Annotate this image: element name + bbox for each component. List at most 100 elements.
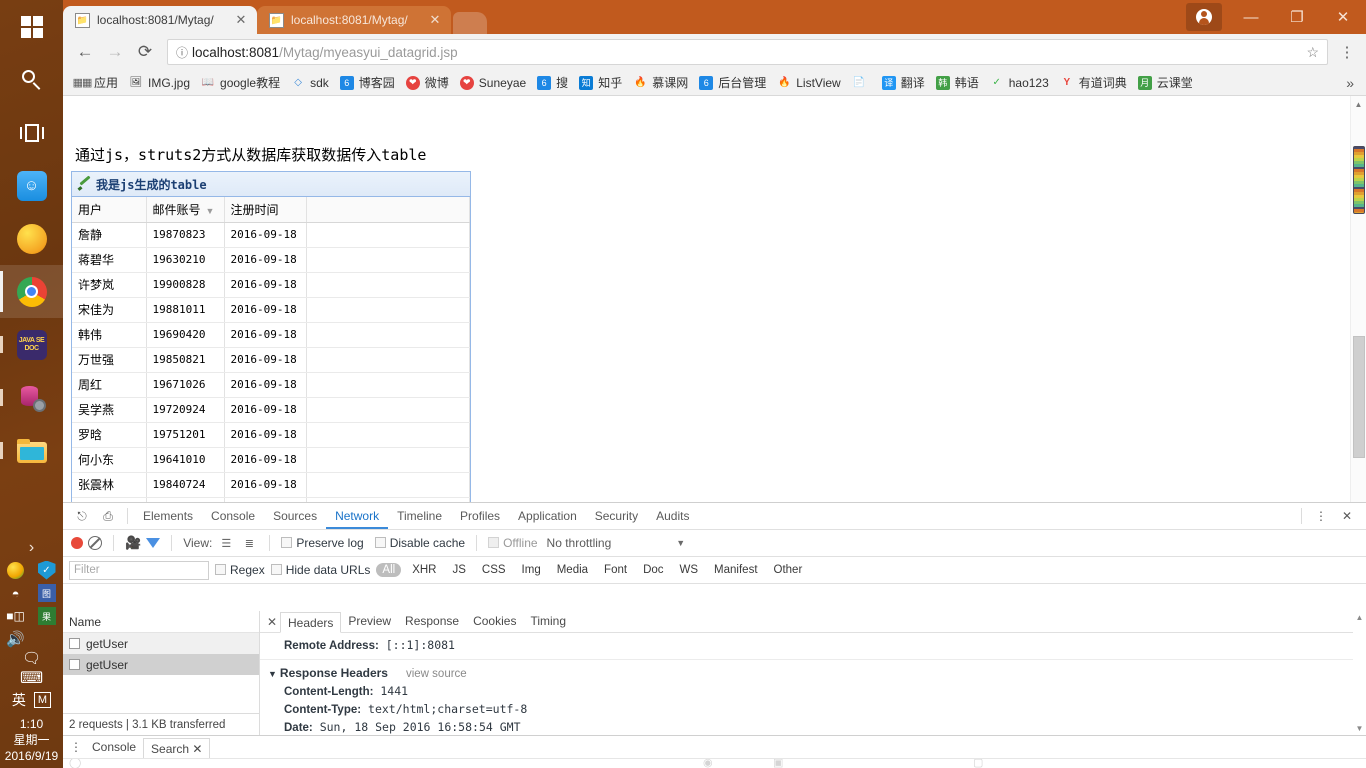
bookmark-listview[interactable]: 🔥 ListView [771, 72, 845, 94]
close-window-button[interactable]: ✕ [1320, 0, 1366, 34]
tab-audits[interactable]: Audits [647, 503, 698, 529]
table-row[interactable]: 张震林 19840724 2016-09-18 [72, 472, 470, 498]
detail-scrollbar[interactable]: ▲ ▼ [1353, 611, 1366, 735]
device-toolbar-icon[interactable]: ⎙ [95, 504, 121, 528]
type-filter-manifest[interactable]: Manifest [709, 564, 762, 576]
sogou-browser-button[interactable] [0, 212, 63, 265]
request-row-1[interactable]: getUser [63, 633, 259, 654]
scrollbar-thumb-custom[interactable] [1353, 146, 1365, 214]
tab-sources[interactable]: Sources [264, 503, 326, 529]
response-headers-section[interactable]: ▼ Response Headers view source [268, 664, 1366, 683]
bookmark-cnblogs[interactable]: 6 博客园 [334, 72, 400, 94]
capture-screenshots-icon[interactable]: 🎥 [125, 535, 141, 551]
type-filter-js[interactable]: JS [447, 564, 470, 576]
type-filter-media[interactable]: Media [552, 564, 593, 576]
tab-close-icon[interactable]: ✕ [233, 12, 249, 28]
bookmark-sdk[interactable]: ◇ sdk [285, 72, 334, 94]
chevron-down-icon[interactable]: ▼ [676, 538, 685, 548]
minimize-button[interactable]: — [1228, 0, 1274, 34]
table-row[interactable]: 韩伟 19690420 2016-09-18 [72, 322, 470, 348]
battery-tray-icon[interactable]: ■◫ [5, 606, 27, 626]
regex-checkbox[interactable]: Regex [215, 563, 265, 577]
table-row[interactable]: 许梦岚 19900828 2016-09-18 [72, 272, 470, 298]
back-button[interactable]: ← [71, 38, 99, 66]
table-row[interactable]: 宋佳为 19881011 2016-09-18 [72, 297, 470, 323]
scroll-up-arrow-icon[interactable]: ▲ [1351, 96, 1366, 112]
view-waterfall-icon[interactable]: ≣ [240, 535, 258, 551]
throttling-select[interactable]: No throttling [547, 536, 612, 550]
scroll-down-arrow-icon[interactable]: ▼ [1353, 722, 1366, 735]
table-row[interactable]: 周红 19671026 2016-09-18 [72, 372, 470, 398]
triangle-down-icon[interactable]: ▼ [268, 669, 277, 679]
hide-data-urls-checkbox[interactable]: Hide data URLs [270, 563, 370, 577]
table-row[interactable]: 何小东 19641010 2016-09-18 [72, 447, 470, 473]
devtools-close-icon[interactable]: ✕ [1334, 504, 1360, 528]
request-row-2[interactable]: getUser [63, 654, 259, 675]
address-bar[interactable]: ⓘ localhost:8081/Mytag/myeasyui_datagrid… [167, 39, 1328, 65]
volume-tray-icon[interactable]: 🔊 [5, 629, 27, 649]
chrome-button[interactable] [0, 265, 63, 318]
tab-application[interactable]: Application [509, 503, 586, 529]
column-header-user[interactable]: 用户 [72, 197, 147, 223]
bookmark-apps[interactable]: ▦▦ 应用 [69, 72, 123, 94]
action-center-icon[interactable]: 🗨 [22, 650, 41, 667]
table-row[interactable]: 万世强 19850821 2016-09-18 [72, 347, 470, 373]
request-list-header[interactable]: Name [63, 611, 259, 633]
browser-tab-2[interactable]: 📁 localhost:8081/Mytag/ ✕ [257, 6, 451, 34]
tab-security[interactable]: Security [586, 503, 647, 529]
jdk-doc-button[interactable]: JAVA SE DOC [0, 318, 63, 371]
type-filter-xhr[interactable]: XHR [407, 564, 441, 576]
bookmarks-overflow-button[interactable]: » [1340, 75, 1360, 91]
type-filter-all[interactable]: All [376, 563, 402, 577]
maximize-button[interactable]: ❐ [1274, 0, 1320, 34]
site-info-icon[interactable]: ⓘ [176, 44, 192, 61]
tab-close-icon[interactable]: ✕ [427, 12, 443, 28]
detail-close-icon[interactable]: ✕ [264, 615, 280, 629]
tab-console[interactable]: Console [202, 503, 264, 529]
type-filter-doc[interactable]: Doc [638, 564, 668, 576]
bookmark-zhihu[interactable]: 知 知乎 [573, 72, 627, 94]
type-filter-img[interactable]: Img [517, 564, 546, 576]
scrollbar-thumb[interactable] [1353, 336, 1365, 458]
type-filter-ws[interactable]: WS [675, 564, 704, 576]
record-button[interactable] [71, 537, 83, 549]
tab-profiles[interactable]: Profiles [451, 503, 509, 529]
bookmark-admin[interactable]: 6 后台管理 [693, 72, 771, 94]
clear-button[interactable] [88, 536, 102, 550]
start-button[interactable] [0, 0, 63, 53]
table-row[interactable]: 蒋碧华 19630210 2016-09-18 [72, 247, 470, 273]
drawer-menu-icon[interactable]: ⋮ [67, 741, 85, 753]
table-row[interactable]: 詹静 19870823 2016-09-18 [72, 222, 470, 248]
disable-cache-checkbox[interactable]: Disable cache [374, 536, 465, 550]
bookmark-weibo[interactable]: ❤ 微博 [400, 72, 454, 94]
bookmark-google-tutorial[interactable]: 📖 google教程 [195, 72, 285, 94]
table-row[interactable]: 罗晗 19751201 2016-09-18 [72, 422, 470, 448]
bookmark-suneyae[interactable]: ❤ Suneyae [454, 72, 531, 94]
type-filter-font[interactable]: Font [599, 564, 632, 576]
bookmark-img-jpg[interactable]: 🖼 IMG.jpg [123, 72, 195, 94]
bookmark-translate[interactable]: 译 翻译 [876, 72, 930, 94]
view-source-link[interactable]: view source [406, 668, 467, 680]
scroll-up-arrow-icon[interactable]: ▲ [1353, 611, 1366, 624]
database-tool-button[interactable] [0, 371, 63, 424]
search-button[interactable] [0, 53, 63, 106]
detail-tab-cookies[interactable]: Cookies [466, 611, 523, 632]
filter-funnel-icon[interactable] [146, 538, 161, 548]
bookmark-yunketang[interactable]: 月 云课堂 [1132, 72, 1198, 94]
inspect-element-icon[interactable]: ⎋ [69, 504, 95, 528]
offline-checkbox[interactable]: Offline [488, 536, 538, 550]
bookmark-youdao[interactable]: Y 有道词典 [1054, 72, 1132, 94]
tab-network[interactable]: Network [326, 503, 389, 529]
detail-tab-preview[interactable]: Preview [341, 611, 398, 632]
drawer-tab-console[interactable]: Console [85, 737, 143, 758]
tray-expand-chevron-icon[interactable]: › [0, 536, 63, 560]
bookmark-blank-page[interactable]: 📄 [846, 72, 876, 94]
reload-button[interactable]: ⟳ [131, 38, 159, 66]
column-header-date[interactable]: 注册时间 [224, 197, 307, 223]
new-tab-button[interactable] [453, 12, 487, 34]
wifi-tray-icon[interactable]: ◓ [5, 583, 27, 603]
qq-button[interactable]: ☺ [0, 159, 63, 212]
type-filter-other[interactable]: Other [769, 564, 808, 576]
bookmark-search[interactable]: 6 搜 [531, 72, 573, 94]
devtools-more-icon[interactable]: ⋮ [1308, 504, 1334, 528]
